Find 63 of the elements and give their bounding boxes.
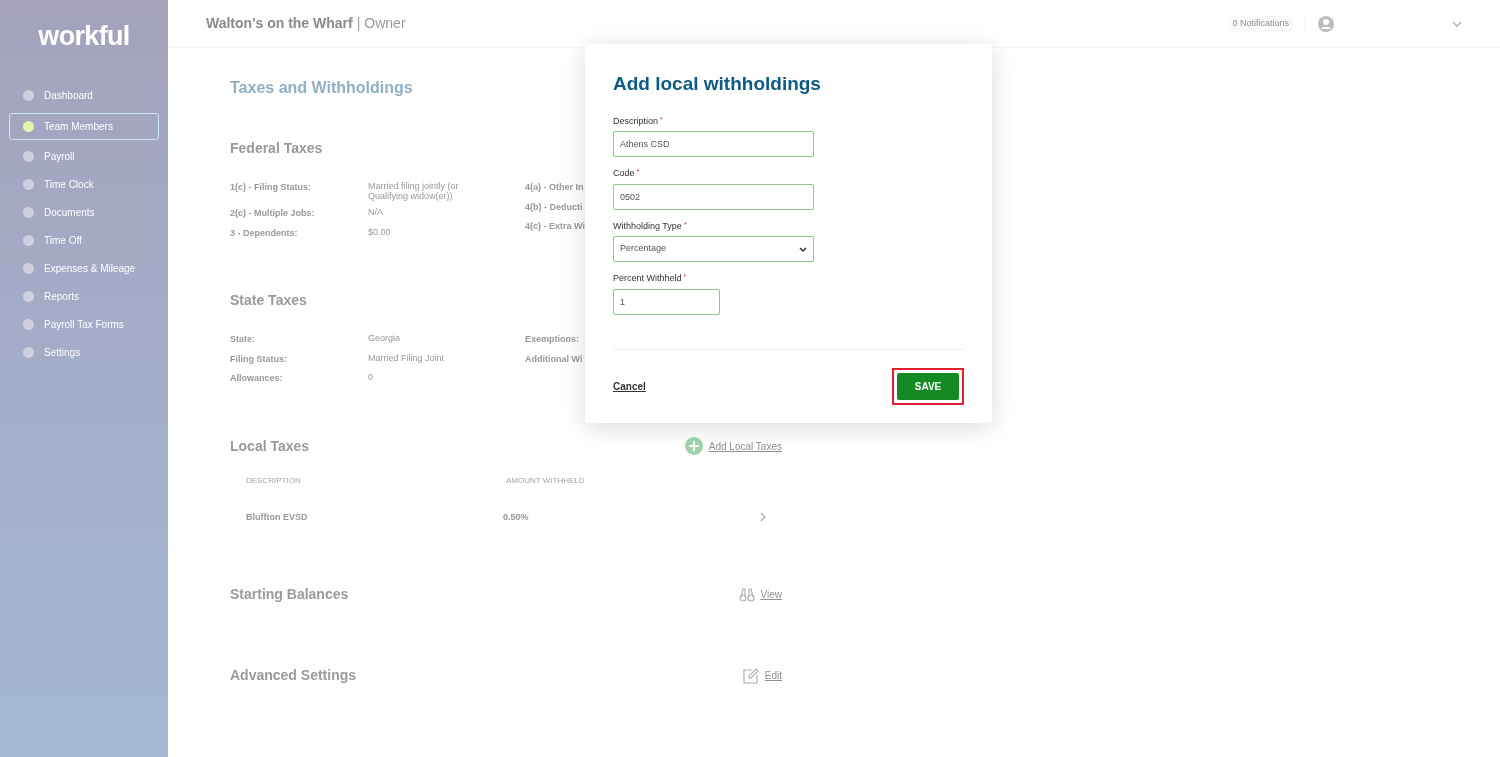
input-field[interactable]: Athens CSD xyxy=(613,131,814,157)
field-label: Code xyxy=(613,167,635,180)
field-value: 0 xyxy=(368,372,374,384)
role-label: Owner xyxy=(364,14,406,33)
field-label: Withholding Type xyxy=(613,219,682,233)
binoculars-icon xyxy=(738,587,755,602)
page-title: Taxes and Withholdings xyxy=(230,78,413,98)
table-cell-text: Bluffton EVSD xyxy=(246,510,309,524)
field-label: Additional Wi xyxy=(525,352,583,366)
section-title: Advanced Settings xyxy=(230,666,357,685)
column-header: AMOUNT WITHHELD xyxy=(506,474,586,487)
input-field[interactable]: 1 xyxy=(613,288,720,315)
user-avatar-icon[interactable] xyxy=(1318,15,1334,32)
dialog-title: Add local withholdings xyxy=(613,72,822,96)
field-value: $0.00 xyxy=(368,226,392,239)
notifications-badge[interactable]: 0 Notifications xyxy=(1228,14,1293,33)
field-label: 4(c) - Extra Wi xyxy=(525,220,585,233)
field-label: Allowances: xyxy=(230,372,284,385)
plus-icon xyxy=(684,437,703,455)
section-title: State Taxes xyxy=(230,291,307,310)
field-label: 2(c) - Multiple Jobs: xyxy=(230,207,316,220)
section-title: Federal Taxes xyxy=(230,139,323,158)
nav-item[interactable]: Payroll Tax Forms xyxy=(9,313,159,336)
nav-item[interactable]: Reports xyxy=(9,285,159,308)
field-value: N/A xyxy=(368,207,384,219)
section-title: Starting Balances xyxy=(230,585,349,604)
field-value: Georgia xyxy=(368,333,402,345)
nav-item[interactable]: Dashboard xyxy=(9,84,159,107)
chevron-down-icon[interactable] xyxy=(1452,20,1462,27)
chevron-right-icon[interactable] xyxy=(760,512,766,523)
separator: | xyxy=(356,14,361,33)
nav-item[interactable]: Settings xyxy=(9,341,159,364)
field-label: Percent Withheld xyxy=(613,272,682,285)
section-title: Local Taxes xyxy=(230,436,310,456)
dropdown[interactable]: Percentage xyxy=(613,236,814,262)
nav-item[interactable]: Documents xyxy=(9,201,159,224)
nav-item[interactable]: Payroll xyxy=(9,145,159,168)
save-button[interactable]: SAVE xyxy=(897,372,959,400)
edit-icon xyxy=(742,667,759,684)
view-link[interactable]: View xyxy=(760,587,782,602)
field-label: Exemptions: xyxy=(525,333,580,346)
input-field[interactable]: 0502 xyxy=(613,183,814,210)
field-label: 3 - Dependents: xyxy=(230,226,299,240)
field-label: Description xyxy=(613,114,659,128)
nav-item[interactable]: Team Members xyxy=(9,112,159,140)
field-value: Married Filing Joint xyxy=(368,352,446,365)
nav-item[interactable]: Expenses & Mileage xyxy=(9,257,159,280)
edit-link[interactable]: Edit xyxy=(764,668,782,683)
field-label: 1(c) - Filing Status: xyxy=(230,181,312,194)
table-cell-text: 0.50% xyxy=(503,510,530,524)
field-label: 4(b) - Deducti xyxy=(525,200,584,214)
nav-item[interactable]: Time Clock xyxy=(9,173,159,196)
nav-item[interactable]: Time Off xyxy=(9,229,159,252)
column-header: DESCRIPTION xyxy=(246,474,302,487)
cancel-link[interactable]: Cancel xyxy=(613,378,646,394)
chevron-down-icon xyxy=(799,246,807,252)
field-value: Married filing jointly (or Qualifying widow(er)) xyxy=(368,181,460,201)
field-label: 4(a) - Other In xyxy=(525,181,585,194)
field-label: Filing Status: xyxy=(230,352,288,366)
field-label: State: xyxy=(230,333,256,346)
company-name: Walton's on the Wharf xyxy=(206,14,353,33)
logo: workful xyxy=(38,20,130,53)
add-link[interactable]: Add Local Taxes xyxy=(708,438,782,454)
